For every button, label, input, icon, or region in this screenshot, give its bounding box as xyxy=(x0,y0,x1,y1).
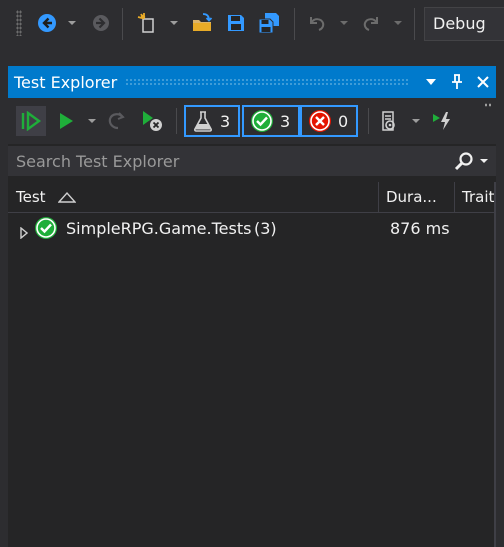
failed-x-icon xyxy=(309,110,331,132)
playlist-settings-icon[interactable] xyxy=(376,106,404,136)
passed-check-icon xyxy=(251,110,273,132)
panel-right-border xyxy=(494,182,496,547)
search-options-dropdown-icon[interactable] xyxy=(480,159,488,163)
search-input[interactable] xyxy=(8,146,448,176)
test-column-label: Test xyxy=(16,188,46,206)
open-folder-icon[interactable] xyxy=(190,12,214,34)
close-icon[interactable] xyxy=(470,66,496,98)
save-icon[interactable] xyxy=(224,12,248,34)
test-duration: 876 ms xyxy=(390,219,450,238)
forward-arrow-icon[interactable] xyxy=(90,12,112,34)
redo-dropdown-caret[interactable] xyxy=(392,12,404,34)
back-dropdown-caret[interactable] xyxy=(66,12,78,34)
total-tests-filter-button[interactable]: 3 xyxy=(184,105,240,137)
redo-icon[interactable] xyxy=(360,12,382,34)
title-grip xyxy=(125,78,410,86)
expand-chevron-icon[interactable] xyxy=(20,224,29,243)
save-all-icon[interactable] xyxy=(256,12,282,34)
test-count: (3) xyxy=(254,219,277,238)
flask-icon xyxy=(194,111,212,132)
repeat-last-run-icon[interactable] xyxy=(104,106,130,136)
toolbar-separator xyxy=(368,108,369,134)
sort-ascending-icon xyxy=(57,191,76,203)
toolbar-separator xyxy=(122,8,123,40)
toolbar-overflow-icon[interactable] xyxy=(484,102,492,108)
column-header-row: Test Dura... Traits xyxy=(8,182,496,213)
settings-dropdown-caret[interactable] xyxy=(410,106,422,136)
toolbar-grip[interactable] xyxy=(16,10,22,36)
passed-tests-count: 3 xyxy=(280,111,291,131)
run-all-tests-icon[interactable] xyxy=(16,106,46,136)
new-project-icon[interactable] xyxy=(136,12,160,34)
failed-tests-filter-button[interactable]: 0 xyxy=(300,105,358,137)
traits-column-header[interactable]: Traits xyxy=(454,182,496,212)
search-box xyxy=(8,146,496,176)
duration-column-header[interactable]: Dura... xyxy=(378,182,454,212)
window-position-dropdown-icon[interactable] xyxy=(418,66,444,98)
panel-title-bar[interactable]: Test Explorer xyxy=(8,66,496,98)
test-explorer-toolbar: 3 3 0 xyxy=(8,98,496,144)
run-after-build-icon[interactable] xyxy=(428,106,456,136)
test-explorer-panel: Test Explorer 3 3 0 Search Test Explorer… xyxy=(8,66,496,547)
duration-column-label: Dura... xyxy=(386,188,437,206)
passed-check-icon xyxy=(34,216,58,244)
total-tests-count: 3 xyxy=(220,111,231,131)
test-project-name: SimpleRPG.Game.Tests xyxy=(66,219,252,238)
search-icon[interactable] xyxy=(454,151,474,175)
toolbar-separator xyxy=(176,108,177,134)
new-project-dropdown-caret[interactable] xyxy=(168,12,180,34)
toolbar-separator xyxy=(294,8,295,40)
run-tests-icon[interactable] xyxy=(54,106,78,136)
test-tree-row[interactable]: SimpleRPG.Game.Tests (3) 876 ms xyxy=(8,214,496,244)
undo-dropdown-caret[interactable] xyxy=(338,12,350,34)
main-toolbar: Debug xyxy=(0,0,504,50)
passed-tests-filter-button[interactable]: 3 xyxy=(242,105,300,137)
traits-column-label: Traits xyxy=(462,188,496,206)
panel-title: Test Explorer xyxy=(14,72,118,92)
undo-icon[interactable] xyxy=(306,12,328,34)
configuration-value: Debug xyxy=(433,14,486,33)
cancel-run-icon[interactable] xyxy=(138,106,166,136)
toolbar-separator xyxy=(414,8,415,40)
solution-configuration-select[interactable]: Debug xyxy=(424,7,504,41)
test-column-header[interactable]: Test xyxy=(8,182,378,212)
run-dropdown-caret[interactable] xyxy=(86,106,98,136)
back-arrow-icon[interactable] xyxy=(36,12,58,34)
pin-icon[interactable] xyxy=(444,66,470,98)
failed-tests-count: 0 xyxy=(338,111,349,131)
